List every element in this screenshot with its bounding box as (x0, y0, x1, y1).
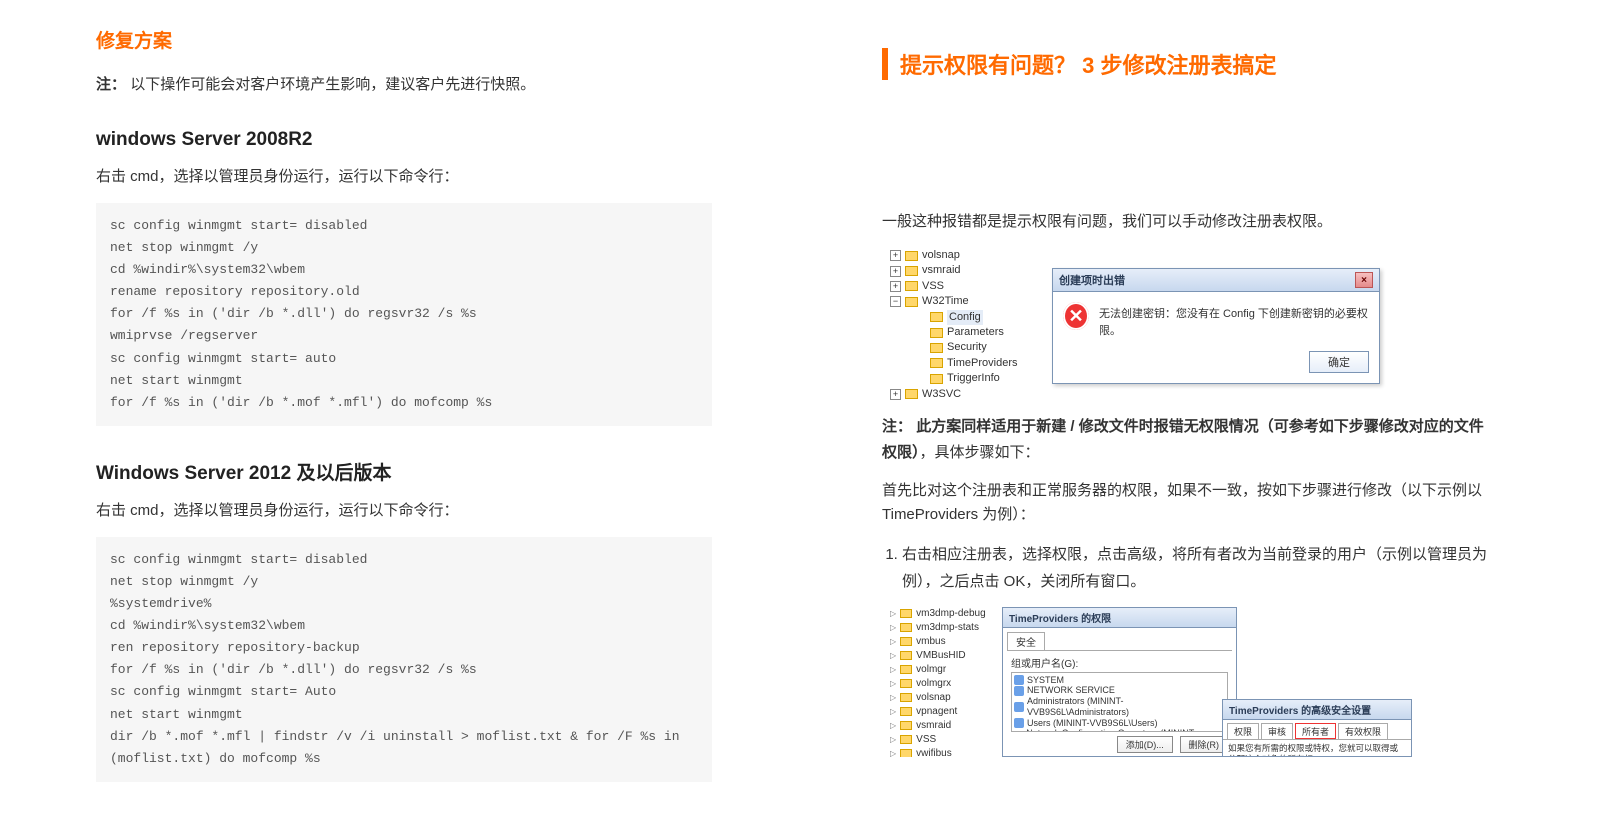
adv-note-text: 如果您有所需的权限或特权，您就可以取得或分配这个对象的所有权。 (1223, 740, 1411, 757)
permission-heading: 提示权限有问题？ 3 步修改注册表搞定 (882, 48, 1498, 80)
note-label: 注： (96, 76, 126, 93)
adv-tab-effective[interactable]: 有效权限 (1338, 723, 1388, 739)
compare-instruction: 首先比对这个注册表和正常服务器的权限，如果不一致，按如下步骤进行修改（以下示例以… (882, 479, 1498, 527)
advanced-security-dialog: TimeProviders 的高级安全设置 权限 审核 所有者 有效权限 如果您… (1222, 699, 1412, 757)
note2-label: 注： (882, 418, 912, 435)
code-2012: sc config winmgmt start= disabled net st… (96, 537, 712, 782)
permissions-dialog: TimeProviders 的权限 安全 组或用户名(G): SYSTEMNET… (1002, 607, 1237, 757)
step-1: 右击相应注册表，选择权限，点击高级，将所有者改为当前登录的用户（示例以管理员为例… (902, 541, 1498, 595)
instr-2008: 右击 cmd，选择以管理员身份运行，运行以下命令行： (96, 165, 712, 189)
dialog-title: 创建项时出错 (1059, 272, 1125, 288)
illustration-permissions: ▷vm3dmp-debug▷vm3dmp-stats▷vmbus▷VMBusHI… (882, 607, 1498, 757)
perm-intro: 一般这种报错都是提示权限有问题，我们可以手动修改注册表权限。 (882, 210, 1498, 234)
dialog-message: 无法创建密钥：您没有在 Config 下创建新密钥的必要权限。 (1099, 302, 1369, 339)
registry-tree: +volsnap +vsmraid +VSS −W32Time Config P… (890, 248, 1018, 402)
heading-2012: Windows Server 2012 及以后版本 (96, 458, 712, 485)
note2-tail: ，具体步骤如下： (920, 444, 1040, 461)
illustration-error-dialog: +volsnap +vsmraid +VSS −W32Time Config P… (882, 248, 1498, 388)
adv-tab-owner[interactable]: 所有者 (1295, 723, 1336, 739)
adv-tab-perm[interactable]: 权限 (1227, 723, 1259, 739)
remove-button[interactable]: 删除(R) (1180, 736, 1229, 753)
code-2008: sc config winmgmt start= disabled net st… (96, 203, 712, 426)
perm-user-list[interactable]: SYSTEMNETWORK SERVICEAdministrators (MIN… (1011, 672, 1228, 732)
perm-groups-label: 组或用户名(G): (1011, 655, 1228, 670)
error-dialog: 创建项时出错 × ✕ 无法创建密钥：您没有在 Config 下创建新密钥的必要权… (1052, 268, 1380, 384)
ok-button[interactable]: 确定 (1309, 351, 1369, 373)
error-icon: ✕ (1063, 302, 1089, 330)
note-text: 以下操作可能会对客户环境产生影响，建议客户先进行快照。 (130, 76, 535, 93)
adv-title: TimeProviders 的高级安全设置 (1223, 700, 1411, 720)
perm-dialog-title: TimeProviders 的权限 (1003, 608, 1236, 628)
heading-2008r2: windows Server 2008R2 (96, 129, 712, 151)
tab-security[interactable]: 安全 (1007, 632, 1045, 650)
note-2: 注： 此方案同样适用于新建 / 修改文件时报错无权限情况（可参考如下步骤修改对应… (882, 414, 1498, 467)
fix-note: 注： 以下操作可能会对客户环境产生影响，建议客户先进行快照。 (96, 73, 712, 97)
adv-tab-audit[interactable]: 审核 (1261, 723, 1293, 739)
fix-plan-heading: 修复方案 (96, 26, 712, 53)
close-icon[interactable]: × (1355, 272, 1373, 288)
instr-2012: 右击 cmd，选择以管理员身份运行，运行以下命令行： (96, 499, 712, 523)
registry-tree-2: ▷vm3dmp-debug▷vm3dmp-stats▷vmbus▷VMBusHI… (890, 607, 986, 757)
add-button[interactable]: 添加(D)... (1117, 736, 1173, 753)
